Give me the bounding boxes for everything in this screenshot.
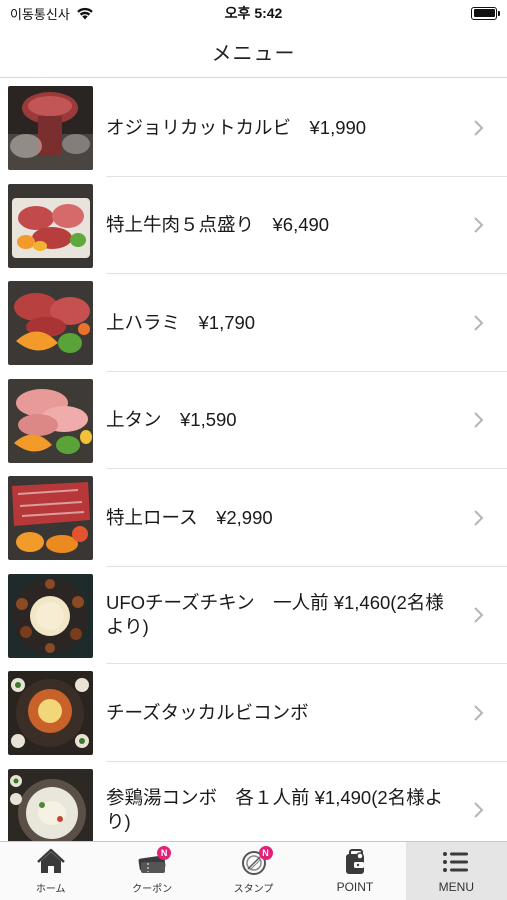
coupon-icon: N bbox=[137, 846, 172, 876]
new-badge: N bbox=[157, 846, 172, 860]
chevron-right-icon bbox=[474, 217, 484, 233]
carrier-label: 이동통신사 bbox=[10, 6, 70, 22]
menu-item-label: 特上牛肉５点盛り ¥6,490 bbox=[106, 214, 330, 236]
status-time: 오후 5:42 bbox=[224, 5, 283, 21]
menu-item-samgyetang-combo[interactable]: 参鶏湯コンボ 各１人前 ¥1,490(2名様より) bbox=[0, 762, 507, 841]
nav-bar: メニュー bbox=[0, 26, 507, 78]
menu-item-tongue[interactable]: 上タン ¥1,590 bbox=[0, 372, 507, 469]
tab-label: POINT bbox=[336, 880, 374, 894]
stamp-icon: N bbox=[239, 846, 273, 876]
tab-bar: ホーム N クーポン N スタンプ POINT MENU bbox=[0, 841, 507, 900]
menu-item-label: 参鶏湯コンボ 各１人前 ¥1,490(2名様より) bbox=[106, 787, 444, 833]
tab-label: スタンプ bbox=[233, 884, 274, 895]
tab-label: ホーム bbox=[35, 884, 66, 895]
tab-home[interactable]: ホーム bbox=[0, 842, 101, 900]
menu-item-label: UFOチーズチキン 一人前 ¥1,460(2名様より) bbox=[106, 592, 444, 638]
menu-item-label: 特上ロース ¥2,990 bbox=[106, 506, 273, 528]
menu-item-premium-loin[interactable]: 特上ロース ¥2,990 bbox=[0, 469, 507, 567]
chevron-right-icon bbox=[474, 802, 484, 818]
menu-item-label: チーズタッカルビコンボ bbox=[106, 701, 309, 723]
dakgalbi-photo bbox=[8, 671, 93, 755]
tab-point[interactable]: POINT bbox=[304, 842, 405, 900]
new-badge: N bbox=[258, 846, 273, 860]
wallet-icon bbox=[345, 849, 364, 874]
menu-item-cheese-dakgalbi-combo[interactable]: チーズタッカルビコンボ bbox=[0, 664, 507, 762]
samgyetang-photo bbox=[8, 768, 93, 841]
menu-item-label: オジョリカットカルビ ¥1,990 bbox=[106, 116, 367, 138]
tab-stamp[interactable]: N スタンプ bbox=[203, 842, 304, 900]
menu-list[interactable]: オジョリカットカルビ ¥1,990 特上牛肉５点盛り ¥6,490 上ハラミ ¥… bbox=[0, 79, 507, 841]
menu-item-premium-beef-platter[interactable]: 特上牛肉５点盛り ¥6,490 bbox=[0, 177, 507, 274]
menu-item-harami[interactable]: 上ハラミ ¥1,790 bbox=[0, 274, 507, 372]
chevron-right-icon bbox=[474, 705, 484, 721]
tab-label: MENU bbox=[438, 880, 474, 894]
wifi-icon bbox=[77, 7, 93, 19]
menu-item-label: 上ハラミ ¥1,790 bbox=[106, 311, 256, 333]
menu-item-ojori-kalbi[interactable]: オジョリカットカルビ ¥1,990 bbox=[0, 79, 507, 177]
menu-icon bbox=[443, 852, 469, 872]
battery-icon bbox=[471, 6, 500, 20]
tongue-photo bbox=[8, 378, 93, 463]
tab-menu[interactable]: MENU bbox=[405, 842, 507, 900]
chevron-right-icon bbox=[474, 412, 484, 428]
page-title: メニュー bbox=[211, 43, 296, 65]
home-icon bbox=[36, 848, 65, 873]
chevron-right-icon bbox=[474, 315, 484, 331]
cheese-chicken-photo bbox=[8, 573, 93, 658]
menu-item-label: 上タン ¥1,590 bbox=[106, 409, 237, 431]
chevron-right-icon bbox=[474, 120, 484, 136]
tab-label: クーポン bbox=[132, 884, 173, 895]
grilled-beef-photo bbox=[8, 86, 93, 170]
menu-item-ufo-cheese-chicken[interactable]: UFOチーズチキン 一人前 ¥1,460(2名様より) bbox=[0, 567, 507, 664]
status-bar: 이동통신사 오후 5:42 bbox=[0, 0, 507, 26]
harami-photo bbox=[8, 281, 93, 365]
tab-coupon[interactable]: N クーポン bbox=[101, 842, 202, 900]
chevron-right-icon bbox=[474, 607, 484, 623]
chevron-right-icon bbox=[474, 510, 484, 526]
loin-photo bbox=[8, 476, 93, 560]
beef-platter-photo bbox=[8, 183, 93, 268]
